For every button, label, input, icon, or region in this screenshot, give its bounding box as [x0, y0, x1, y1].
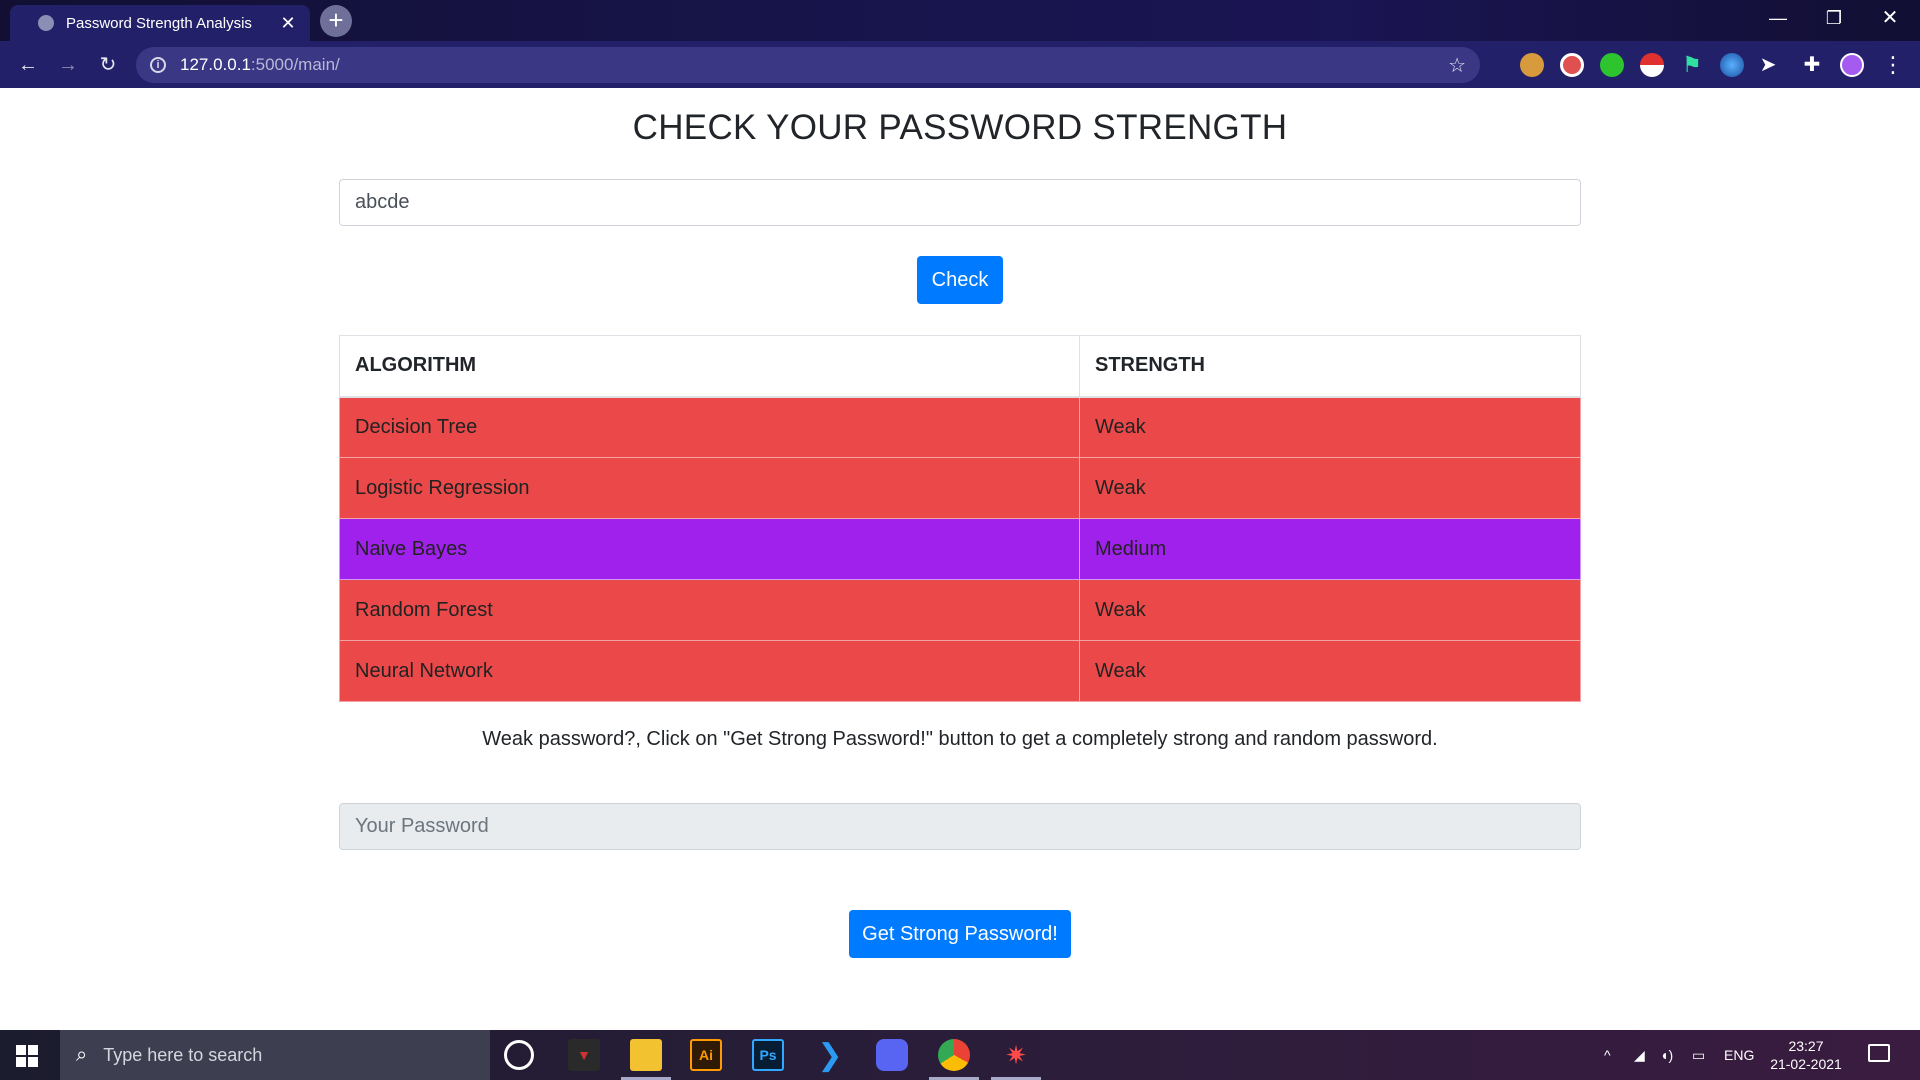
get-strong-password-button[interactable]: Get Strong Password!	[849, 910, 1071, 958]
algorithm-cell: Naive Bayes	[339, 518, 1080, 580]
table-row: Neural Network Weak	[339, 640, 1581, 702]
table-row: Decision Tree Weak	[339, 396, 1581, 458]
cursor-icon[interactable]: ➤	[1756, 53, 1780, 77]
check-button[interactable]: Check	[917, 256, 1003, 304]
page-title: CHECK YOUR PASSWORD STRENGTH	[632, 108, 1288, 147]
green-extension-icon[interactable]	[1600, 53, 1624, 77]
clock-time: 23:27	[1788, 1038, 1824, 1054]
cortana-icon[interactable]	[504, 1040, 534, 1070]
globe-favicon-icon	[38, 15, 54, 31]
strength-cell: Medium	[1079, 518, 1581, 580]
tab-title: Password Strength Analysis	[66, 14, 252, 32]
new-tab-button[interactable]: +	[320, 5, 352, 37]
taskbar-search[interactable]: ⌕ Type here to search	[60, 1030, 490, 1080]
back-button[interactable]: ←	[12, 49, 44, 81]
search-icon: ⌕	[76, 1043, 88, 1066]
forward-button[interactable]: →	[52, 49, 84, 81]
taskbar-search-placeholder: Type here to search	[103, 1044, 263, 1065]
close-window-button[interactable]: ✕	[1862, 0, 1918, 36]
table-row: Logistic Regression Weak	[339, 457, 1581, 519]
browser-tab[interactable]: Password Strength Analysis ✕	[10, 5, 310, 41]
network-status-icon[interactable]: ◢	[1634, 1030, 1645, 1080]
clock-date: 21-02-2021	[1770, 1056, 1842, 1072]
strength-cell: Weak	[1079, 579, 1581, 641]
bookmark-star-icon[interactable]: ☆	[1448, 53, 1466, 78]
strength-cell: Weak	[1079, 457, 1581, 519]
url-path: :5000/main/	[250, 55, 340, 74]
photoshop-icon[interactable]: Ps	[752, 1039, 784, 1071]
minimize-button[interactable]: —	[1750, 0, 1806, 36]
battery-icon[interactable]: ▭	[1692, 1030, 1705, 1080]
browser-chrome: Password Strength Analysis ✕ + — ❐ ✕ ← →…	[0, 0, 1920, 88]
algorithm-cell: Decision Tree	[339, 396, 1080, 458]
puzzle-icon[interactable]: ✚	[1800, 53, 1824, 77]
strength-table: ALGORITHM STRENGTH Decision Tree Weak Lo…	[339, 335, 1581, 702]
notifications-icon[interactable]	[1868, 1044, 1890, 1062]
header-algorithm: ALGORITHM	[339, 335, 1080, 398]
algorithm-cell: Random Forest	[339, 579, 1080, 641]
windows-start-icon[interactable]	[16, 1045, 38, 1067]
file-explorer-icon[interactable]	[630, 1039, 662, 1071]
taskbar-clock[interactable]: 23:27 21-02-2021	[1764, 1037, 1848, 1073]
flag-icon[interactable]: ⚑	[1680, 53, 1704, 77]
header-strength: STRENGTH	[1079, 335, 1581, 398]
address-bar[interactable]: i 127.0.0.1:5000/main/ ☆	[136, 47, 1480, 83]
discord-icon[interactable]	[876, 1039, 908, 1071]
algorithm-cell: Logistic Regression	[339, 457, 1080, 519]
strength-cell: Weak	[1079, 396, 1581, 458]
table-row: Random Forest Weak	[339, 579, 1581, 641]
pokeball-icon[interactable]	[1640, 53, 1664, 77]
profile-avatar[interactable]	[1840, 53, 1864, 77]
browser-toolbar: ← → ↻ i 127.0.0.1:5000/main/ ☆ ⚑ ➤ ✚ ⋮	[0, 41, 1920, 88]
strength-cell: Weak	[1079, 640, 1581, 702]
language-indicator[interactable]: ENG	[1724, 1030, 1754, 1080]
vscode-icon[interactable]: ❯	[814, 1039, 846, 1072]
maximize-button[interactable]: ❐	[1806, 0, 1862, 36]
page-content: CHECK YOUR PASSWORD STRENGTH Check ALGOR…	[0, 88, 1920, 1030]
generated-password-field[interactable]	[339, 803, 1581, 850]
table-row: Naive Bayes Medium	[339, 518, 1581, 580]
spider-app-icon[interactable]: ✷	[1000, 1039, 1032, 1071]
tab-close-icon[interactable]: ✕	[278, 13, 298, 34]
algorithm-cell: Neural Network	[339, 640, 1080, 702]
volume-icon[interactable]: ◖)	[1660, 1030, 1673, 1080]
browser-menu-icon[interactable]: ⋮	[1882, 49, 1904, 81]
reload-button[interactable]: ↻	[92, 49, 124, 81]
tab-strip: Password Strength Analysis ✕ + — ❐ ✕	[0, 0, 1920, 41]
cookie-icon[interactable]	[1520, 53, 1544, 77]
predator-icon[interactable]: ▼	[568, 1039, 600, 1071]
info-icon[interactable]: i	[150, 57, 166, 73]
table-header-row: ALGORITHM STRENGTH	[339, 335, 1581, 398]
tray-overflow-icon[interactable]: ^	[1604, 1030, 1611, 1080]
illustrator-icon[interactable]: Ai	[690, 1039, 722, 1071]
globe-icon[interactable]	[1720, 53, 1744, 77]
network-icon[interactable]	[1560, 53, 1584, 77]
taskbar: ⌕ Type here to search ▼ Ai Ps ❯ ✷ ^ ◢ ◖)…	[0, 1030, 1920, 1080]
chrome-icon[interactable]	[938, 1039, 970, 1071]
hint-text: Weak password?, Click on "Get Strong Pas…	[482, 728, 1438, 750]
url-host: 127.0.0.1	[180, 55, 251, 74]
password-input[interactable]	[339, 179, 1581, 226]
